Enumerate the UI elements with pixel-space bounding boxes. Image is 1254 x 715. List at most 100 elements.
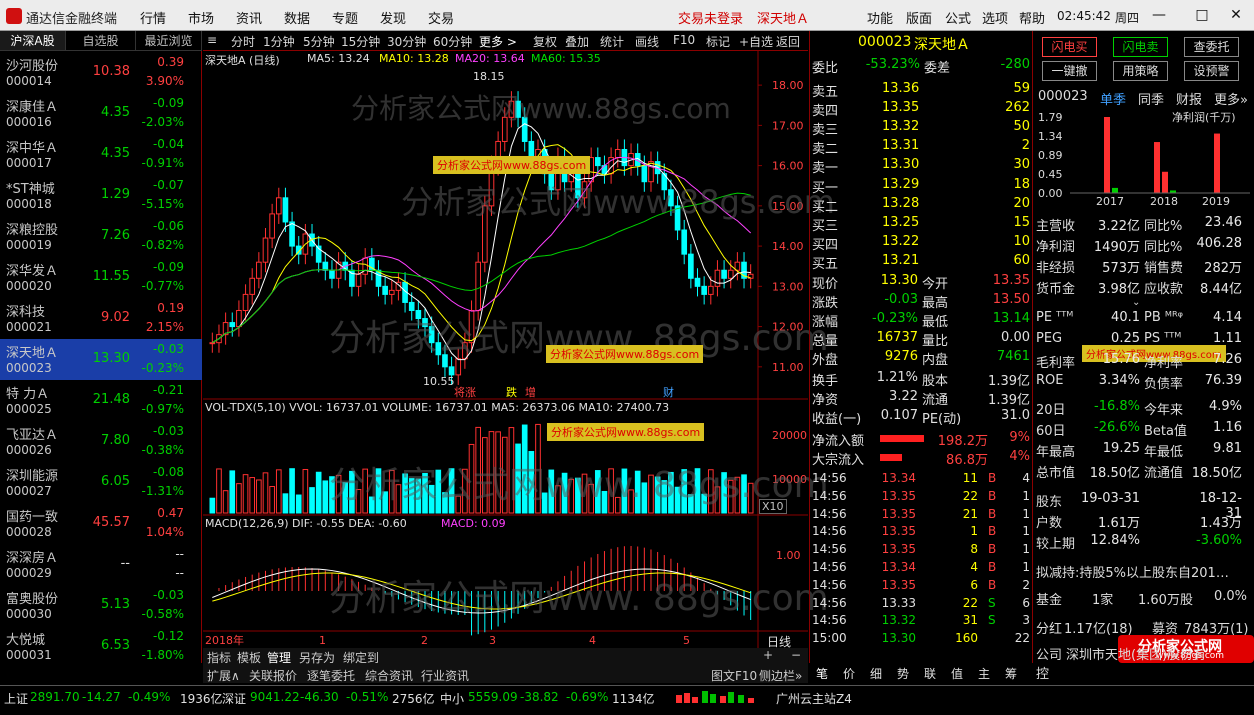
news-item[interactable]: 拟减持:持股5%以上股东自201… [1036, 562, 1229, 581]
cancel-all-button[interactable]: 一键撤 [1042, 61, 1097, 81]
stock-list-panel: 沪深A股 自选股 最近浏览 沙河股份 000014 10.38 0.39 3.90% 深康… [0, 31, 202, 663]
trade-login-status[interactable]: 交易未登录 [678, 8, 743, 27]
maximize-icon[interactable]: □ [1190, 4, 1214, 26]
zoom-in-icon[interactable]: + [763, 648, 773, 662]
volume-bar [249, 477, 256, 514]
tab-lingcunwei[interactable]: 另存为 [299, 649, 335, 666]
tab-zhubi[interactable]: 逐笔委托 [307, 667, 355, 684]
event-mark-jiangzhang[interactable]: 将涨 [454, 384, 476, 400]
quote-tab[interactable]: 势 [897, 665, 909, 682]
expand-chevron-icon[interactable]: ⌄ [1132, 297, 1140, 308]
flash-buy-button[interactable]: 闪电买 [1042, 37, 1097, 57]
stock-list-row[interactable]: 大悦城 000031 6.53 -0.12 -1.80% [0, 626, 202, 667]
stock-list-row[interactable]: 沙河股份 000014 10.38 0.39 3.90% [0, 52, 202, 93]
menu-banmian[interactable]: 版面 [906, 8, 932, 27]
quote-tab[interactable]: 值 [951, 665, 963, 682]
menu-bangzhu[interactable]: 帮助 [1019, 8, 1045, 27]
event-mark-die[interactable]: 跌 [506, 384, 517, 400]
stock-list-row[interactable]: 深中华Ａ 000017 4.35 -0.04 -0.91% [0, 134, 202, 175]
close-icon[interactable]: ✕ [1224, 4, 1248, 26]
stock-list-row[interactable]: *ST神城 000018 1.29 -0.07 -5.15% [0, 175, 202, 216]
stock-list-row[interactable]: 飞亚达Ａ 000026 7.80 -0.03 -0.38% [0, 421, 202, 462]
tab-zixuangu[interactable]: 自选股 [66, 31, 136, 51]
tool-add-watchlist[interactable]: +自选 [739, 33, 773, 50]
menu-jiaoyi[interactable]: 交易 [428, 8, 454, 27]
tab-kuozhan[interactable]: 扩展∧ [207, 667, 240, 684]
stock-list-row[interactable]: 深粮控股 000019 7.26 -0.06 -0.82% [0, 216, 202, 257]
fin-tab-danji[interactable]: 单季 [1100, 89, 1126, 108]
tab-hangye[interactable]: 行业资讯 [421, 667, 469, 684]
stock-list-row[interactable]: 深康佳Ａ 000016 4.35 -0.09 -2.03% [0, 93, 202, 134]
kline-chart[interactable]: 18.00 17.00 16.00 15.00 14.00 13.00 12.00 11.00… [203, 51, 835, 649]
menu-shichang[interactable]: 市场 [188, 8, 214, 27]
period-more[interactable]: 更多 > [479, 33, 517, 50]
minimize-icon[interactable]: — [1147, 4, 1171, 26]
stock-list-row[interactable]: 深圳能源 000027 6.05 -0.08 -1.31% [0, 462, 202, 503]
tool-biaoji[interactable]: 标记 [706, 33, 730, 50]
tab-guanli[interactable]: 管理 [267, 649, 291, 666]
company-name[interactable]: 深圳市天地(集团)股份有 [1066, 644, 1206, 663]
f10-button[interactable]: 图文F10 [711, 667, 757, 684]
period-15min[interactable]: 15分钟 [341, 33, 380, 50]
tab-guanlian[interactable]: 关联报价 [249, 667, 297, 684]
period-5min[interactable]: 5分钟 [303, 33, 335, 50]
tool-huaxian[interactable]: 画线 [635, 33, 659, 50]
strategy-button[interactable]: 用策略 [1113, 61, 1168, 81]
tab-muban[interactable]: 模板 [237, 649, 261, 666]
tab-zonghe[interactable]: 综合资讯 [365, 667, 413, 684]
tool-fuquan[interactable]: 复权 [533, 33, 557, 50]
fin-tab-tongji[interactable]: 同季 [1138, 89, 1164, 108]
quote-tab[interactable]: 筹 [1005, 665, 1017, 682]
sidebar-button[interactable]: 侧边栏» [759, 667, 802, 684]
zoom-out-icon[interactable]: − [791, 648, 801, 662]
event-mark-zeng[interactable]: 增 [525, 384, 536, 400]
menu-icon[interactable]: ≡ [207, 33, 217, 47]
stock-list-row[interactable]: 深深房Ａ 000029 -- -- -- [0, 544, 202, 585]
fin-tab-more[interactable]: 更多» [1214, 89, 1248, 108]
stock-list-row[interactable]: 深科技 000021 9.02 0.19 2.15% [0, 298, 202, 339]
sz-index[interactable]: 9041.22 [250, 690, 300, 704]
fin-tab-caibao[interactable]: 财报 [1176, 89, 1202, 108]
quote-tab[interactable]: 联 [924, 665, 936, 682]
period-fenshi[interactable]: 分时 [231, 33, 255, 50]
tool-f10[interactable]: F10 [673, 33, 695, 47]
alert-button[interactable]: 设预警 [1184, 61, 1239, 81]
check-orders-button[interactable]: 查委托 [1184, 37, 1239, 57]
menu-gongneng[interactable]: 功能 [867, 8, 893, 27]
tool-back[interactable]: 返回 [776, 33, 800, 50]
menu-zixun[interactable]: 资讯 [236, 8, 262, 27]
menu-xuanxiang[interactable]: 选项 [982, 8, 1008, 27]
menu-hangqing[interactable]: 行情 [140, 8, 166, 27]
event-mark-cai[interactable]: 财 [663, 384, 674, 400]
stock-list-row[interactable]: 国药一致 000028 45.57 0.47 1.04% [0, 503, 202, 544]
stock-list-row[interactable]: 特 力Ａ 000025 21.48 -0.21 -0.97% [0, 380, 202, 421]
kline-svg[interactable]: 18.0017.0016.0015.0014.0013.0012.0011.00… [203, 51, 808, 648]
tab-recent[interactable]: 最近浏览 [136, 31, 202, 51]
tab-zhibiao[interactable]: 指标 [207, 649, 231, 666]
sh-index[interactable]: 2891.70 [30, 690, 80, 704]
tool-tongji[interactable]: 统计 [600, 33, 624, 50]
period-1min[interactable]: 1分钟 [263, 33, 295, 50]
fin_rows-value-2: 406.28 [1196, 236, 1243, 251]
quote-tab[interactable]: 价 [843, 665, 855, 682]
flash-sell-button[interactable]: 闪电卖 [1113, 37, 1168, 57]
tab-hushen-a[interactable]: 沪深A股 [0, 31, 66, 51]
stock-list-row[interactable]: 深天地Ａ 000023 13.30 -0.03 -0.23% [0, 339, 202, 380]
candle-body [415, 309, 422, 320]
menu-shuju[interactable]: 数据 [284, 8, 310, 27]
ask-label: 卖一 [812, 161, 839, 176]
menu-faxian[interactable]: 发现 [380, 8, 406, 27]
period-60min[interactable]: 60分钟 [433, 33, 472, 50]
zx-index[interactable]: 5559.09 [468, 690, 518, 704]
menu-zhuanti[interactable]: 专题 [332, 8, 358, 27]
server-name[interactable]: 广州云主站Z4 [776, 690, 852, 707]
quote-tab[interactable]: 笔 [816, 665, 828, 682]
tool-diejia[interactable]: 叠加 [565, 33, 589, 50]
stock-list-row[interactable]: 深华发Ａ 000020 11.55 -0.09 -0.77% [0, 257, 202, 298]
quote-tab[interactable]: 主 [978, 665, 990, 682]
stock-list-row[interactable]: 富奥股份 000030 5.13 -0.03 -0.58% [0, 585, 202, 626]
tab-bangdingdao[interactable]: 绑定到 [343, 649, 379, 666]
menu-gongshi[interactable]: 公式 [945, 8, 971, 27]
quote-tab[interactable]: 细 [870, 665, 882, 682]
period-30min[interactable]: 30分钟 [387, 33, 426, 50]
